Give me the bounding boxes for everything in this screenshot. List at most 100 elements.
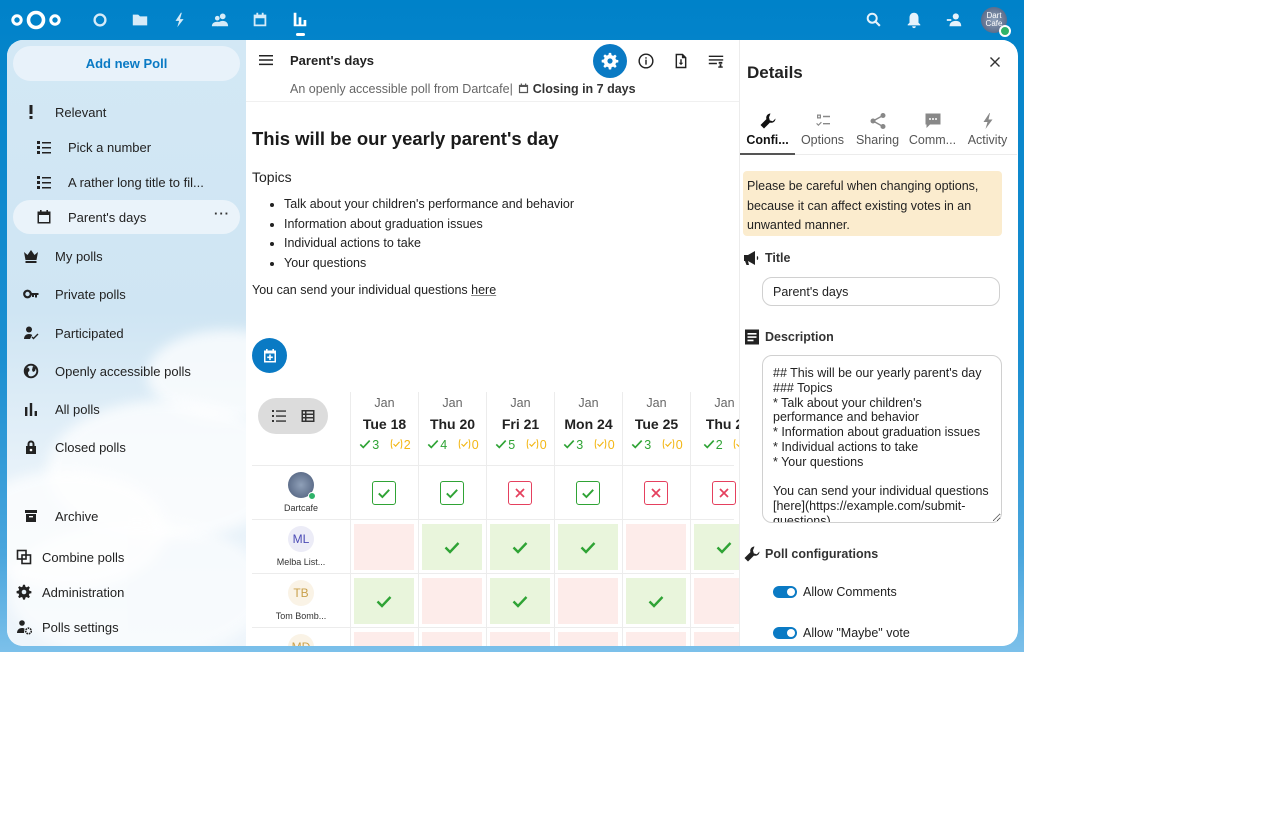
yes-count-value: 3 bbox=[372, 438, 380, 452]
app-polls[interactable] bbox=[280, 0, 320, 40]
participant[interactable]: ML Melba List... bbox=[252, 526, 350, 567]
vote-toggle-no[interactable] bbox=[644, 481, 668, 505]
yes-count: 3 bbox=[630, 438, 651, 452]
option-month: Jan bbox=[374, 396, 395, 410]
yes-count: 5 bbox=[494, 438, 515, 452]
app-calendar[interactable] bbox=[240, 0, 280, 40]
option-day: Tue 18 bbox=[362, 416, 407, 432]
add-new-poll-button[interactable]: Add new Poll bbox=[13, 46, 240, 81]
poll-subtitle: An openly accessible poll from Dartcafe|… bbox=[290, 82, 636, 96]
app-files[interactable] bbox=[120, 0, 160, 40]
participant[interactable]: Dartcafe bbox=[252, 472, 350, 513]
poll-info-button[interactable] bbox=[629, 44, 663, 78]
search-button[interactable] bbox=[854, 0, 894, 40]
nextcloud-logo[interactable] bbox=[11, 9, 61, 31]
notifications-button[interactable] bbox=[894, 0, 934, 40]
gear-icon bbox=[16, 584, 32, 600]
participant[interactable]: TB Tom Bomb... bbox=[252, 580, 350, 621]
vote-toggle-yes[interactable] bbox=[372, 481, 396, 505]
list-view-button[interactable] bbox=[269, 406, 289, 426]
tab-configuration[interactable]: Confi... bbox=[740, 110, 795, 155]
share-icon bbox=[870, 113, 885, 129]
date-option-header[interactable]: Jan Fri 21 5 0 bbox=[486, 392, 554, 466]
info-icon bbox=[638, 53, 654, 69]
own-vote-cell[interactable] bbox=[626, 470, 686, 516]
own-vote-cell[interactable] bbox=[490, 470, 550, 516]
date-option-header[interactable]: Jan Tue 18 3 2 bbox=[350, 392, 418, 466]
date-option-header[interactable]: Jan Mon 24 3 0 bbox=[554, 392, 622, 466]
toggle-switch[interactable] bbox=[773, 627, 797, 639]
option-counts: 3 0 bbox=[555, 438, 622, 452]
date-option-header[interactable]: Jan Tue 25 3 0 bbox=[622, 392, 690, 466]
topic-item: Individual actions to take bbox=[284, 236, 732, 256]
vote-toggle-no[interactable] bbox=[508, 481, 532, 505]
nav-item-private-polls[interactable]: Private polls bbox=[13, 277, 240, 311]
checklist-icon bbox=[815, 114, 830, 126]
vote-cell-yes bbox=[626, 578, 686, 624]
own-vote-cell[interactable] bbox=[694, 470, 739, 516]
cross-icon bbox=[719, 488, 729, 498]
table-view-button[interactable] bbox=[298, 406, 318, 426]
nav-item-administration[interactable]: Administration bbox=[13, 575, 240, 609]
app-contacts[interactable] bbox=[200, 0, 240, 40]
contacts-icon bbox=[946, 13, 962, 27]
own-vote-cell[interactable] bbox=[558, 470, 618, 516]
poll-description-input[interactable]: ## This will be our yearly parent's day … bbox=[762, 355, 1002, 523]
date-option-header[interactable]: Jan Thu 2 2 bbox=[690, 392, 739, 466]
key-icon bbox=[23, 286, 39, 302]
poll-title-input[interactable] bbox=[762, 277, 1000, 306]
nav-item-parents-days[interactable]: Parent's days ··· bbox=[13, 200, 240, 234]
poll-config-label: Poll configurations bbox=[765, 547, 879, 561]
nav-item-closed-polls[interactable]: Closed polls bbox=[13, 430, 240, 464]
questions-link[interactable]: here bbox=[471, 283, 496, 297]
nav-item-participated[interactable]: Participated bbox=[13, 316, 240, 350]
contacts-menu-button[interactable] bbox=[934, 0, 974, 40]
user-avatar[interactable]: Dart Cafe bbox=[981, 7, 1011, 37]
more-actions-button[interactable]: ··· bbox=[214, 207, 230, 220]
wrench-icon bbox=[744, 546, 760, 562]
allow-comments-toggle[interactable]: Allow Comments bbox=[773, 585, 897, 599]
maybe-count: 0 bbox=[661, 438, 683, 452]
maybe-count-value: 0 bbox=[539, 438, 547, 452]
sidebar-title: Details bbox=[747, 63, 803, 82]
tab-sharing[interactable]: Sharing bbox=[850, 110, 905, 154]
nav-item-long-title-poll[interactable]: A rather long title to fil... bbox=[13, 165, 240, 199]
date-option-header[interactable]: Jan Thu 20 4 0 bbox=[418, 392, 486, 466]
vote-toggle-yes[interactable] bbox=[440, 481, 464, 505]
allow-maybe-toggle[interactable]: Allow "Maybe" vote bbox=[773, 626, 910, 640]
own-vote-cell[interactable] bbox=[422, 470, 482, 516]
check-icon bbox=[378, 489, 390, 499]
column-divider bbox=[418, 466, 419, 646]
nav-item-relevant[interactable]: Relevant bbox=[13, 95, 240, 129]
toggle-switch[interactable] bbox=[773, 586, 797, 598]
nav-item-my-polls[interactable]: My polls bbox=[13, 239, 240, 273]
option-day: Tue 25 bbox=[634, 416, 679, 432]
own-vote-cell[interactable] bbox=[354, 470, 414, 516]
vote-toggle-yes[interactable] bbox=[576, 481, 600, 505]
nav-item-polls-settings[interactable]: Polls settings bbox=[13, 610, 240, 644]
menu-toggle-icon[interactable] bbox=[258, 52, 274, 68]
check-icon bbox=[631, 439, 643, 449]
export-poll-button[interactable] bbox=[664, 44, 698, 78]
text-poll-icon bbox=[36, 174, 52, 190]
tab-activity[interactable]: Activity bbox=[960, 110, 1015, 154]
nav-item-pick-a-number[interactable]: Pick a number bbox=[13, 130, 240, 164]
cross-icon bbox=[515, 488, 525, 498]
nav-item-combine-polls[interactable]: Combine polls bbox=[13, 540, 240, 574]
add-date-option-button[interactable] bbox=[252, 338, 287, 373]
nav-item-archive[interactable]: Archive bbox=[13, 499, 240, 533]
app-dashboard[interactable] bbox=[80, 0, 120, 40]
close-sidebar-button[interactable] bbox=[985, 52, 1005, 72]
tab-comments[interactable]: Comm... bbox=[905, 110, 960, 154]
vote-toggle-no[interactable] bbox=[712, 481, 736, 505]
column-divider bbox=[690, 466, 691, 646]
comment-icon bbox=[925, 113, 940, 128]
sort-options-button[interactable] bbox=[699, 44, 733, 78]
poll-config-button[interactable] bbox=[593, 44, 627, 78]
tab-options[interactable]: Options bbox=[795, 110, 850, 154]
participant[interactable]: MD bbox=[252, 634, 350, 646]
nav-item-openly-accessible[interactable]: Openly accessible polls bbox=[13, 354, 240, 388]
nav-item-all-polls[interactable]: All polls bbox=[13, 392, 240, 426]
subtitle-separator: | bbox=[509, 82, 513, 96]
app-activity[interactable] bbox=[160, 0, 200, 40]
